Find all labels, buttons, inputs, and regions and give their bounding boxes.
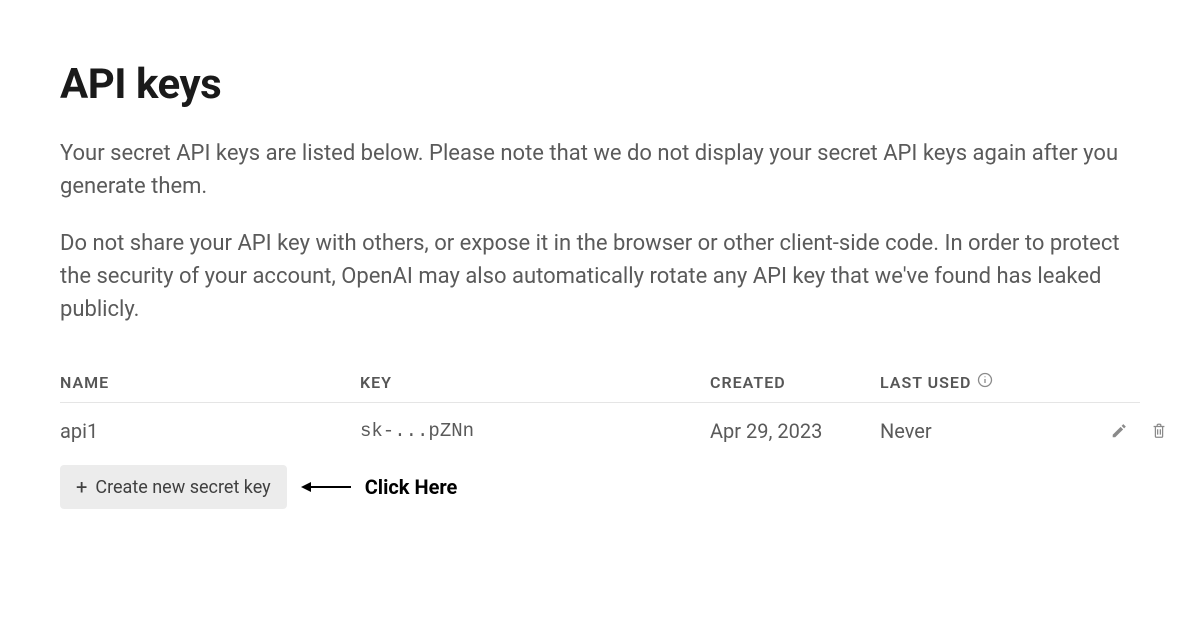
page-title: API keys: [60, 60, 1140, 109]
cell-key: sk-...pZNn: [360, 420, 710, 442]
row-actions: [1080, 420, 1170, 442]
table-row: api1 sk-...pZNn Apr 29, 2023 Never: [60, 403, 1140, 459]
column-header-last-used: LAST USED: [880, 372, 1080, 392]
plus-icon: +: [76, 475, 87, 499]
arrow-left-icon: [301, 480, 351, 494]
cell-name: api1: [60, 419, 360, 443]
table-header-row: NAME KEY CREATED LAST USED: [60, 362, 1140, 403]
create-button-label: Create new secret key: [95, 477, 270, 498]
info-icon[interactable]: [977, 372, 993, 392]
column-header-actions: [1080, 372, 1170, 392]
annotation-text: Click Here: [365, 475, 458, 499]
delete-button[interactable]: [1148, 420, 1170, 442]
trash-icon: [1150, 422, 1168, 440]
description-paragraph-2: Do not share your API key with others, o…: [60, 227, 1140, 326]
column-header-created: CREATED: [710, 372, 880, 392]
column-header-key: KEY: [360, 372, 710, 392]
column-header-last-used-label: LAST USED: [880, 373, 971, 392]
description-paragraph-1: Your secret API keys are listed below. P…: [60, 137, 1140, 203]
cell-last-used: Never: [880, 419, 1080, 443]
column-header-name: NAME: [60, 372, 360, 392]
cell-created: Apr 29, 2023: [710, 419, 880, 443]
annotation: Click Here: [301, 475, 458, 499]
create-new-secret-key-button[interactable]: + Create new secret key: [60, 465, 287, 509]
edit-button[interactable]: [1108, 420, 1130, 442]
pencil-icon: [1110, 422, 1128, 440]
create-key-row: + Create new secret key Click Here: [60, 465, 1140, 509]
api-keys-table: NAME KEY CREATED LAST USED api1 sk-...pZ…: [60, 362, 1140, 459]
